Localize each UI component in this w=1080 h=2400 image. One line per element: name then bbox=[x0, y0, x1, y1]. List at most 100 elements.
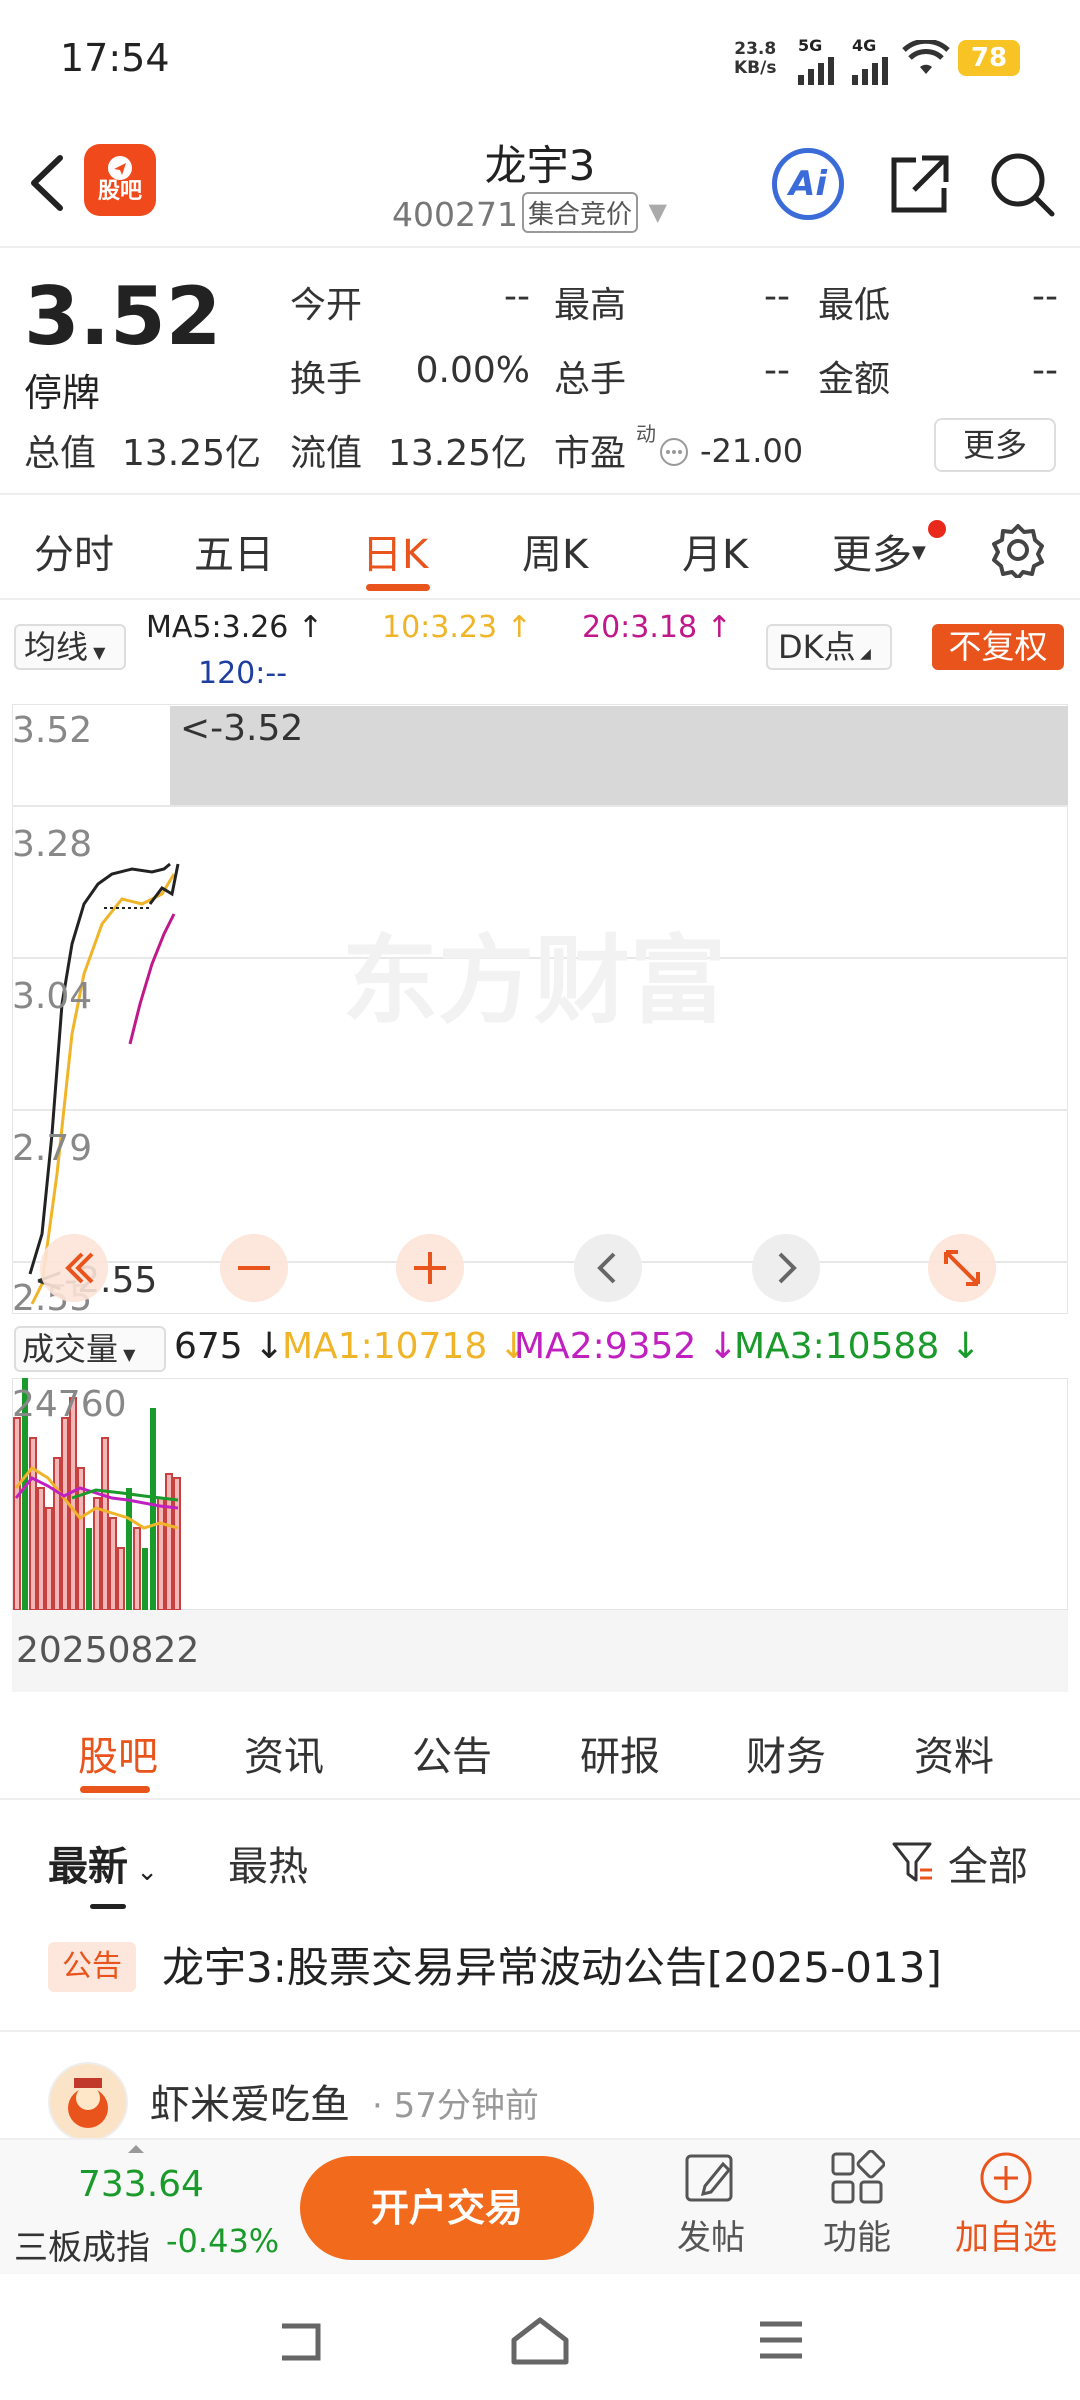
volume-value: 675 ↓ bbox=[174, 1326, 285, 1367]
tab-five-day[interactable]: 五日 bbox=[194, 522, 274, 580]
auction-badge: 集合竞价 bbox=[521, 192, 638, 233]
sig2-label: 4G bbox=[852, 36, 877, 55]
announcement-tag: 公告 bbox=[48, 1942, 136, 1992]
net-speed-value: 23.8 bbox=[734, 39, 777, 59]
zoom-in-button[interactable] bbox=[396, 1234, 464, 1302]
nav-back-icon[interactable] bbox=[270, 2318, 330, 2368]
net-speed: 23.8 KB/s bbox=[734, 40, 776, 78]
add-watchlist-button[interactable]: 加自选 bbox=[950, 2150, 1062, 2259]
scroll-right-button[interactable] bbox=[752, 1234, 820, 1302]
nav-home-icon[interactable] bbox=[508, 2314, 572, 2368]
start-date: 20250822 bbox=[16, 1630, 200, 1671]
volume-indicator-row: 成交量 ▼ 675 ↓ MA1:10718 ↓ MA2:9352 ↓ MA3:1… bbox=[0, 1320, 1080, 1380]
post-button[interactable]: 发帖 bbox=[674, 2150, 748, 2259]
vol-btn-triangle-icon: ▼ bbox=[118, 1345, 136, 1364]
add-watchlist-label: 加自选 bbox=[955, 2218, 1057, 2258]
turnover-value: 0.00% bbox=[415, 350, 530, 391]
dk-label: DK点 bbox=[778, 628, 856, 666]
filter-underline bbox=[90, 1904, 126, 1909]
function-label: 功能 bbox=[823, 2218, 891, 2258]
net-speed-unit: KB/s bbox=[734, 58, 777, 78]
active-tab-underline bbox=[366, 584, 430, 591]
volume-select-button[interactable]: 成交量 ▼ bbox=[14, 1326, 166, 1372]
scroll-left-button[interactable] bbox=[574, 1234, 642, 1302]
rewind-button[interactable] bbox=[40, 1234, 108, 1302]
content-tab-underline bbox=[80, 1786, 150, 1793]
more-dots-icon[interactable] bbox=[658, 436, 690, 468]
quote-panel: 3.52 停牌 今开 -- 最高 -- 最低 -- 换手 0.00% 总手 --… bbox=[0, 250, 1080, 495]
signal-5g-icon: 5G bbox=[798, 36, 838, 85]
dk-triangle-icon: ◢ bbox=[855, 646, 871, 662]
halt-status: 停牌 bbox=[24, 371, 101, 415]
avatar[interactable] bbox=[48, 2062, 128, 2142]
amount-label: 金额 bbox=[818, 359, 891, 400]
more-button[interactable]: 更多 bbox=[934, 418, 1056, 472]
ai-assistant-button[interactable]: Ai bbox=[772, 148, 844, 220]
post-button-label: 发帖 bbox=[677, 2218, 745, 2258]
tab-monthly-k[interactable]: 月K bbox=[682, 522, 748, 580]
filter-latest[interactable]: 最新 ⌄ bbox=[48, 1834, 158, 1892]
y-label-4: 2.79 bbox=[12, 1128, 92, 1169]
tab-more-triangle-icon: ▼ bbox=[912, 542, 926, 563]
status-time: 17:54 bbox=[60, 36, 170, 80]
index-name[interactable]: 三板成指 bbox=[14, 2220, 150, 2269]
tab-research[interactable]: 研报 bbox=[580, 1724, 660, 1782]
turnover-label: 换手 bbox=[290, 359, 363, 400]
tab-announcements[interactable]: 公告 bbox=[412, 1724, 492, 1782]
watermark-text: 东方财富 bbox=[342, 925, 726, 1037]
ma-btn-triangle-icon: ▼ bbox=[88, 643, 106, 662]
announcement-title: 龙宇3:股票交易异常波动公告[2025-013] bbox=[162, 1943, 942, 1992]
ma-indicator-row: 均线 ▼ MA5:3.26 ↑ 10:3.23 ↑ 20:3.18 ↑ 120:… bbox=[0, 600, 1080, 700]
tab-guba[interactable]: 股吧 bbox=[78, 1724, 158, 1782]
kline-chart[interactable]: 东方财富 3.52 3.28 3.04 2.79 2.55 <-3.52 <-2… bbox=[11, 703, 1069, 1319]
amount-value: -- bbox=[1032, 350, 1058, 391]
content-tabs: 股吧 资讯 公告 研报 财务 资料 bbox=[0, 1696, 1080, 1800]
ma-select-button[interactable]: 均线 ▼ bbox=[14, 624, 126, 670]
tab-intraday[interactable]: 分时 bbox=[34, 522, 114, 580]
filter-funnel-icon[interactable] bbox=[890, 1840, 934, 1884]
volume-chart[interactable]: 24760 bbox=[11, 1377, 1069, 1611]
zoom-out-button[interactable] bbox=[220, 1234, 288, 1302]
system-nav-bar bbox=[0, 2274, 1080, 2400]
filter-latest-label: 最新 bbox=[48, 1844, 128, 1890]
y-label-max: 3.52 bbox=[12, 710, 92, 751]
stock-code-row[interactable]: 400271 集合竞价 ▼ bbox=[392, 192, 667, 234]
search-icon[interactable] bbox=[986, 148, 1058, 220]
filter-hot[interactable]: 最热 bbox=[228, 1834, 308, 1892]
tab-news[interactable]: 资讯 bbox=[244, 1724, 324, 1782]
ma120-value: 120:-- bbox=[198, 656, 288, 691]
nav-menu-icon[interactable] bbox=[756, 2318, 806, 2364]
open-account-trade-button[interactable]: 开户交易 bbox=[300, 2156, 594, 2260]
settings-gear-icon[interactable] bbox=[990, 522, 1046, 578]
post-item[interactable]: 虾米爱吃鱼 · 57分钟前 bbox=[0, 2032, 1080, 2142]
filter-all[interactable]: 全部 bbox=[948, 1834, 1028, 1892]
tab-daily-k[interactable]: 日K bbox=[362, 522, 428, 580]
stock-code: 400271 bbox=[392, 195, 518, 234]
high-value: -- bbox=[764, 276, 790, 317]
index-value[interactable]: 733.64 bbox=[78, 2164, 204, 2205]
tab-more-label: 更多 bbox=[832, 532, 912, 578]
y-label-2: 3.28 bbox=[12, 824, 92, 865]
mktcap-label: 总值 bbox=[24, 433, 97, 474]
signal-4g-icon: 4G bbox=[852, 36, 892, 85]
battery-icon: 78 bbox=[958, 40, 1020, 76]
plus-circle-icon bbox=[980, 2152, 1032, 2204]
no-adjust-button[interactable]: 不复权 bbox=[932, 624, 1064, 670]
open-value: -- bbox=[504, 276, 530, 317]
ma-btn-label: 均线 bbox=[24, 628, 89, 666]
low-label: 最低 bbox=[818, 285, 891, 326]
post-username[interactable]: 虾米爱吃鱼 bbox=[150, 2072, 350, 2130]
volume-chart-svg: 24760 bbox=[11, 1377, 1069, 1611]
tab-more[interactable]: 更多▼ bbox=[832, 522, 926, 580]
dk-point-button[interactable]: DK点 ◢ bbox=[766, 624, 892, 670]
caret-up-icon bbox=[126, 2140, 146, 2153]
tab-finance[interactable]: 财务 bbox=[746, 1724, 826, 1782]
high-label: 最高 bbox=[554, 285, 627, 326]
grid-apps-icon bbox=[831, 2149, 886, 2204]
announcement-item[interactable]: 公告 龙宇3:股票交易异常波动公告[2025-013] bbox=[0, 1912, 1080, 2032]
tab-weekly-k[interactable]: 周K bbox=[522, 522, 588, 580]
tab-profile[interactable]: 资料 bbox=[914, 1724, 994, 1782]
function-button[interactable]: 功能 bbox=[820, 2149, 894, 2259]
share-icon[interactable] bbox=[882, 148, 954, 220]
fullscreen-button[interactable] bbox=[928, 1234, 996, 1302]
